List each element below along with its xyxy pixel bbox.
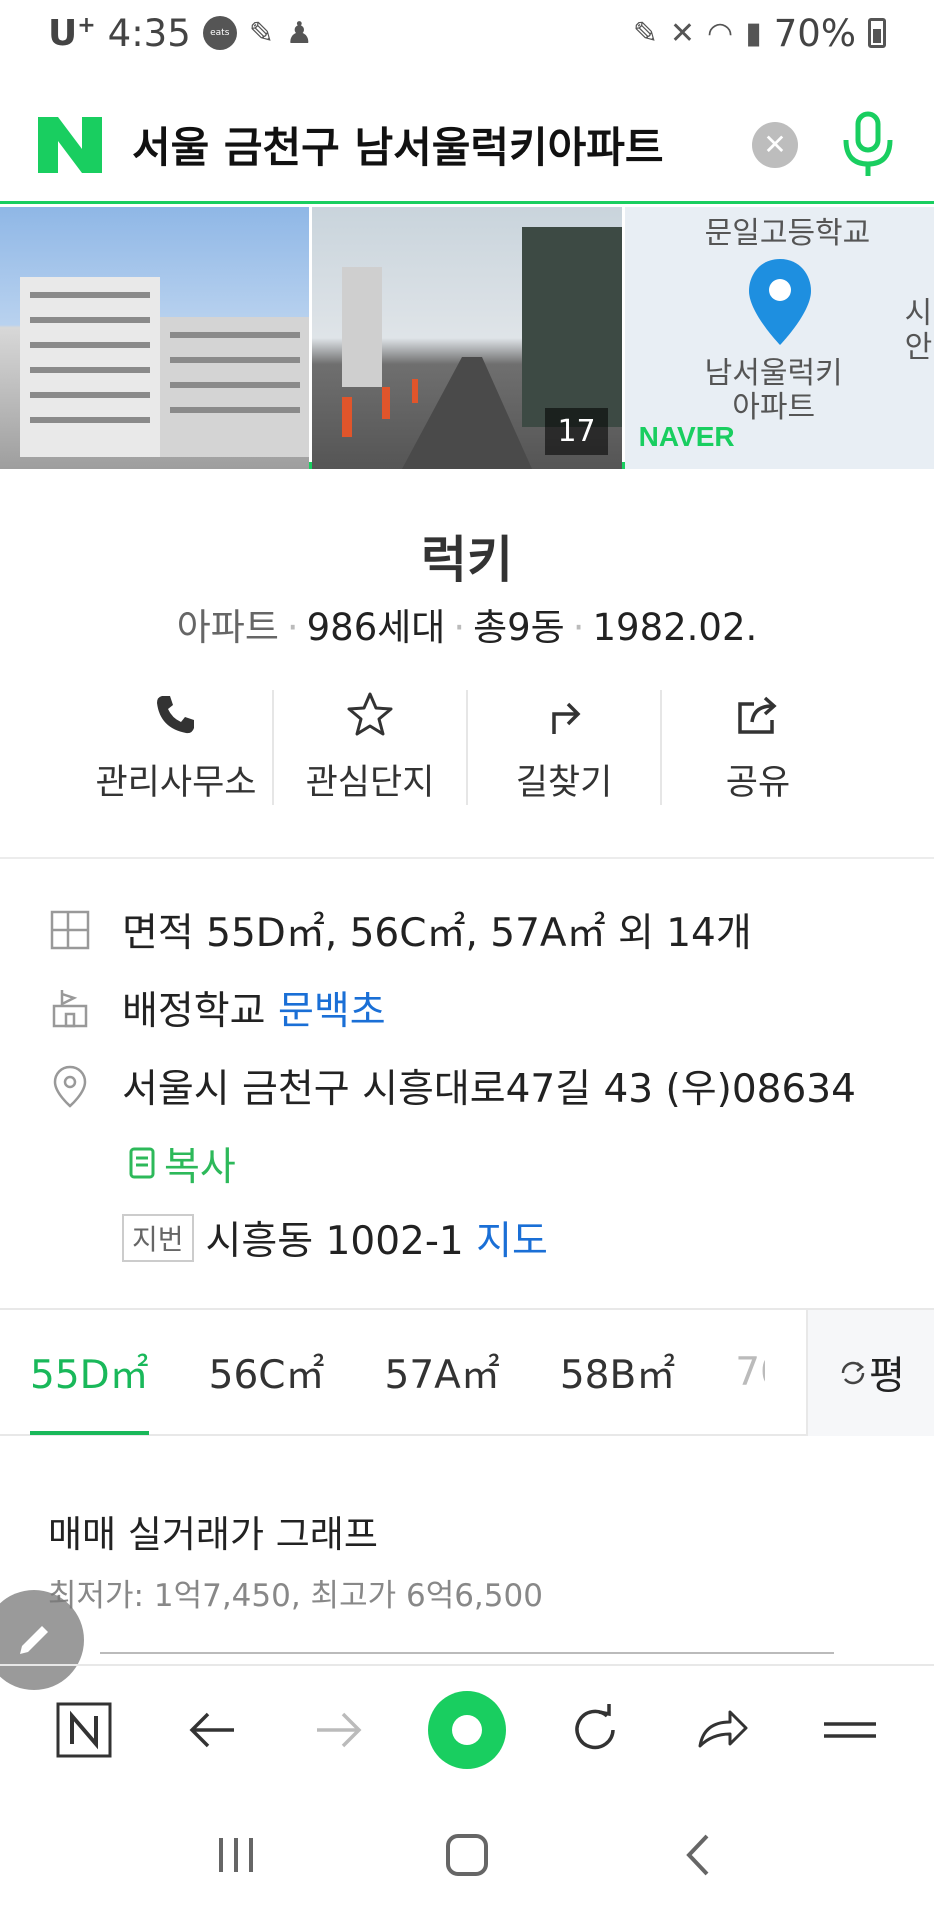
copy-label: 복사 (164, 1145, 236, 1190)
map-link[interactable]: 지도 (476, 1210, 548, 1266)
battery-percent: 70% (773, 11, 856, 55)
complex-summary: 아파트 · 986세대 · 총9동 · 1982.02. (176, 606, 758, 649)
browser-toolbar (0, 1664, 934, 1794)
forward-button[interactable] (299, 1690, 379, 1770)
status-time: 4:35 (107, 11, 191, 55)
forward-share-icon (698, 1710, 748, 1748)
status-bar: U+ 4:35 eats ✎ ♟ ✎ ✕ ◠ ▮ 70% (0, 0, 934, 66)
coupang-eats-icon: eats (202, 16, 237, 50)
search-input[interactable]: 서울 금천구 남서울럭키아파트 (132, 114, 752, 175)
call-office-button[interactable]: 관리사무소 (80, 690, 274, 805)
green-dot-button[interactable] (427, 1690, 507, 1770)
pen-icon: ✎ (632, 15, 658, 51)
naver-logo-icon[interactable] (36, 115, 104, 175)
page-title: 럭키 (421, 531, 513, 589)
action-bar: 관리사무소 관심단지 길찾기 공유 (80, 690, 854, 805)
map-apt-label: 남서울럭키 아파트 (704, 356, 843, 425)
share-page-button[interactable] (682, 1690, 762, 1770)
photo-count-badge: 17 (545, 408, 608, 455)
address-text: 서울시 금천구 시흥대로47길 43 (우)08634 (122, 1067, 856, 1112)
naver-map-watermark: NAVER (638, 421, 735, 452)
clear-search-button[interactable]: ✕ (752, 121, 798, 168)
apartment-photo[interactable] (0, 207, 310, 469)
copy-icon (129, 1147, 155, 1179)
map-thumbnail[interactable]: 문일고등학교 남서울럭키 아파트 시 안 NAVER (624, 207, 934, 469)
refresh-icon (841, 1361, 865, 1385)
map-pin-icon (748, 259, 811, 345)
signal-icon: ▮ (745, 15, 762, 51)
floor-plan-icon (50, 910, 90, 950)
school-link[interactable]: 문백초 (278, 980, 386, 1036)
price-range-text: 최저가: 1억7,450, 최고가 6억6,500 (48, 1578, 543, 1614)
green-dot-icon (427, 1691, 506, 1769)
close-icon: ✕ (763, 128, 787, 161)
back-nav-icon[interactable] (673, 1830, 723, 1880)
school-icon (52, 990, 88, 1028)
wifi-icon: ◠ (707, 15, 734, 51)
system-navigation-bar (0, 1810, 934, 1900)
section-divider (0, 857, 934, 859)
location-pin-icon (53, 1065, 87, 1108)
building-count: 총9동 (473, 606, 565, 649)
back-button[interactable] (172, 1690, 252, 1770)
directions-icon (552, 702, 581, 734)
star-icon (347, 692, 393, 736)
completion-date: 1982.02. (592, 606, 758, 649)
area-text: 면적 55D㎡, 56C㎡, 57A㎡ 외 14개 (122, 911, 752, 956)
tab-55d[interactable]: 55D㎡ (0, 1309, 179, 1435)
map-school-label: 문일고등학교 (704, 216, 871, 251)
notification-icon: ✎ (248, 15, 274, 51)
tab-57a[interactable]: 57A㎡ (355, 1309, 530, 1435)
tab-56c[interactable]: 56C㎡ (179, 1309, 355, 1435)
microphone-icon (843, 111, 893, 176)
street-photo[interactable]: 17 (312, 207, 622, 469)
copy-address-button[interactable]: 복사 (128, 1136, 236, 1192)
favorite-label: 관심단지 (305, 763, 435, 803)
area-row: 면적 55D㎡, 56C㎡, 57A㎡ 외 14개 (48, 902, 752, 958)
naver-home-button[interactable] (44, 1690, 124, 1770)
arrow-right-icon (317, 1712, 362, 1748)
phone-icon (157, 696, 194, 734)
unit-toggle-button[interactable]: 평 (806, 1310, 934, 1436)
area-tabs: 55D㎡ 56C㎡ 57A㎡ 58B㎡ 70 평 (0, 1308, 934, 1436)
battery-icon (868, 18, 886, 48)
voice-search-button[interactable] (838, 110, 898, 180)
directions-button[interactable]: 길찾기 (468, 690, 662, 805)
menu-button[interactable] (810, 1690, 890, 1770)
share-label: 공유 (725, 763, 791, 803)
property-type: 아파트 (176, 606, 279, 649)
school-label: 배정학교 (122, 989, 266, 1034)
household-count: 986세대 (306, 606, 446, 649)
naver-n-icon (56, 1702, 112, 1758)
jibun-row: 지번 시흥동 1002-1 지도 (122, 1210, 548, 1266)
share-icon (738, 696, 777, 734)
tab-70[interactable]: 70 (705, 1309, 765, 1435)
call-office-label: 관리사무소 (95, 763, 257, 803)
home-icon[interactable] (442, 1830, 492, 1880)
jibun-badge: 지번 (122, 1214, 194, 1262)
tab-58b[interactable]: 58B㎡ (530, 1309, 705, 1435)
mute-icon: ✕ (669, 15, 696, 51)
jibun-text: 시흥동 1002-1 (205, 1219, 464, 1264)
arrow-left-icon (189, 1712, 234, 1748)
hamburger-menu-icon (824, 1722, 877, 1738)
directions-label: 길찾기 (515, 763, 613, 803)
price-graph-title: 매매 실거래가 그래프 (48, 1513, 378, 1556)
share-button[interactable]: 공유 (662, 690, 854, 805)
map-edge-label: 시 안 (904, 296, 933, 365)
recent-apps-icon[interactable] (211, 1830, 261, 1880)
refresh-button[interactable] (555, 1690, 635, 1770)
search-bar: 서울 금천구 남서울럭키아파트 ✕ (0, 88, 934, 204)
building-illustration (20, 277, 310, 457)
graph-baseline (100, 1652, 834, 1654)
favorite-button[interactable]: 관심단지 (274, 690, 468, 805)
pencil-icon (20, 1626, 48, 1654)
address-row: 서울시 금천구 시흥대로47길 43 (우)08634 (48, 1058, 856, 1114)
unit-toggle-label: 평 (869, 1354, 905, 1399)
notification-icon-2: ♟ (285, 15, 313, 51)
reload-icon (574, 1704, 615, 1750)
carrier-label: U+ (48, 12, 96, 54)
photo-strip: 17 문일고등학교 남서울럭키 아파트 시 안 NAVER (0, 207, 934, 469)
school-row: 배정학교 문백초 (48, 980, 386, 1036)
